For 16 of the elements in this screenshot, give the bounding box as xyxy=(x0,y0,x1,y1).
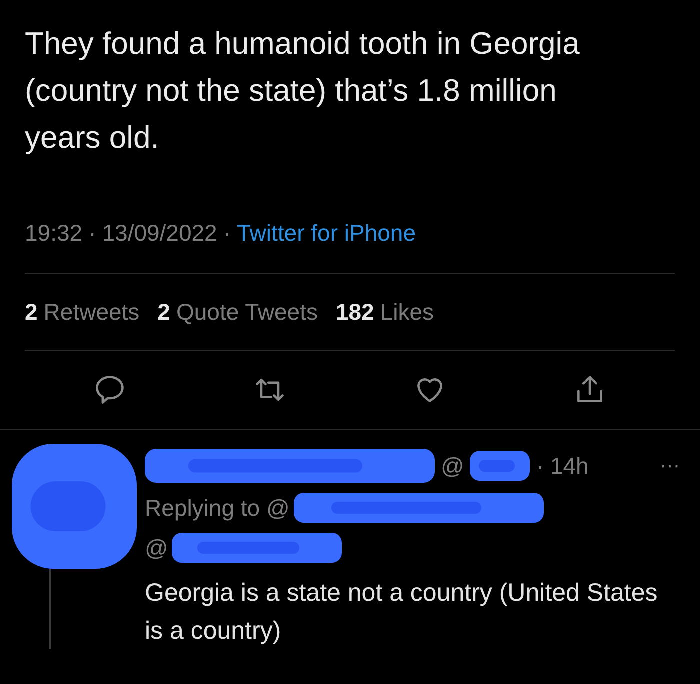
tweet-text: They found a humanoid tooth in Georgia (country not the state) that’s 1.8 million years old. xyxy=(25,25,581,157)
replying-to-text: Replying to @ xyxy=(145,494,290,523)
reply-text: Georgia is a state not a country (United States is a country) xyxy=(145,578,659,647)
source-link[interactable]: Twitter for iPhone xyxy=(237,216,416,250)
tweet-time: 19:32 xyxy=(25,218,83,248)
stat-link[interactable]: 182 Likes xyxy=(336,294,434,330)
separator-dot: · xyxy=(223,218,232,248)
reply-time: · 14h xyxy=(536,452,589,481)
tweet-date: 13/09/2022 xyxy=(102,218,218,248)
more-button[interactable]: ··· xyxy=(660,451,680,481)
stat-link[interactable]: 2 Quote Tweets xyxy=(158,294,318,330)
separator-dot: · xyxy=(88,218,96,248)
redaction-scribble xyxy=(470,451,530,481)
mention-link[interactable]: @ xyxy=(145,530,168,566)
user-handle: @ xyxy=(441,452,464,481)
stat-link[interactable]: 2 Retweets xyxy=(25,294,140,330)
